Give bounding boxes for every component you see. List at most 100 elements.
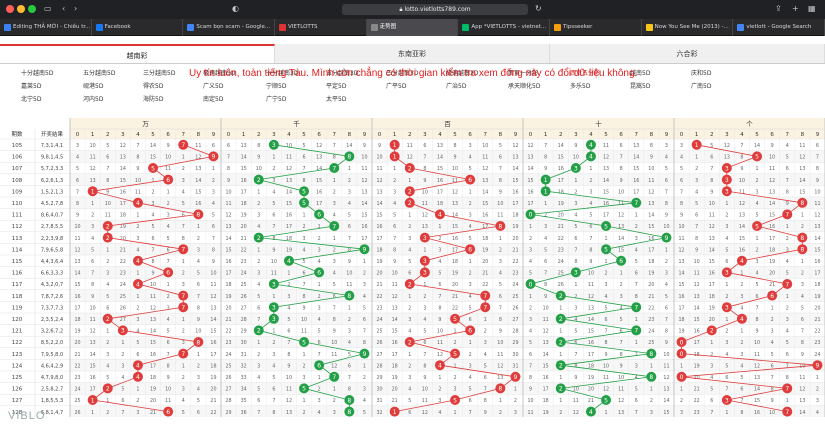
omission-count: 7 — [786, 363, 789, 369]
omission-count: 11 — [422, 201, 428, 207]
forward-icon[interactable]: › — [74, 5, 77, 13]
lottery-link[interactable]: 广宁5D — [266, 94, 286, 103]
omission-count: 13 — [90, 178, 96, 184]
digit-header: 2 — [257, 132, 261, 138]
lottery-link[interactable]: 河内5D — [83, 94, 103, 103]
omission-count: 3 — [333, 259, 336, 265]
tab-vietnam-lottery[interactable]: 越南彩 — [0, 44, 275, 63]
omission-count: 6 — [167, 340, 170, 346]
omission-count: 11 — [422, 398, 428, 404]
digit-header: 7 — [484, 132, 488, 138]
lottery-link[interactable]: 五分越南5D — [83, 68, 115, 77]
browser-tab[interactable]: VIETLOTTS — [275, 19, 367, 36]
omission-count: 2 — [182, 329, 185, 335]
omission-count: 2 — [786, 305, 789, 311]
browser-tab[interactable]: 走势图 — [366, 19, 459, 36]
close-window-button[interactable] — [6, 5, 14, 13]
omission-count: 10 — [573, 155, 579, 161]
tab-mark-six[interactable]: 六合彩 — [550, 44, 825, 63]
omission-count: 1 — [725, 410, 728, 416]
share-icon[interactable]: ⇪ — [775, 5, 782, 13]
lottery-link[interactable]: 广治5D — [446, 81, 466, 90]
omission-count: 6 — [816, 143, 819, 149]
omission-count: 11 — [497, 213, 503, 219]
omission-count: 2 — [756, 247, 759, 253]
omission-count: 4 — [665, 155, 668, 161]
omission-count: 17 — [120, 201, 126, 207]
reload-icon[interactable]: ↻ — [535, 5, 542, 13]
lottery-link[interactable]: 嘉莱5D — [21, 81, 41, 90]
omission-count: 13 — [543, 340, 549, 346]
lottery-link[interactable]: 得农5D — [143, 81, 163, 90]
back-icon[interactable]: ‹ — [62, 5, 65, 13]
omission-count: 1 — [363, 259, 366, 265]
drawn-number-label: 3 — [725, 397, 729, 404]
browser-tab[interactable]: Scam bọn scam - Google... — [183, 19, 275, 36]
lottery-link[interactable]: 广南5D — [691, 81, 711, 90]
tab-southeast-asia-lottery[interactable]: 东南亚彩 — [275, 44, 550, 63]
omission-count: 11 — [603, 143, 609, 149]
omission-count: 9 — [499, 189, 502, 195]
omission-count: 19 — [694, 363, 700, 369]
lottery-link[interactable]: 北宁5D — [21, 94, 41, 103]
new-tab-icon[interactable]: + — [792, 5, 799, 13]
browser-tab[interactable]: vietlott - Google Search — [733, 19, 825, 36]
omission-count: 8 — [423, 363, 426, 369]
lottery-link[interactable]: 平定5D — [326, 81, 346, 90]
omission-count: 20 — [709, 317, 715, 323]
browser-tab[interactable]: Facebook — [92, 19, 184, 36]
minimize-window-button[interactable] — [17, 5, 25, 13]
omission-count: 3 — [136, 317, 139, 323]
lottery-link[interactable]: 庆和5D — [691, 68, 711, 77]
omission-count: 11 — [105, 213, 111, 219]
tab-overview-icon[interactable]: ▦ — [808, 5, 816, 13]
omission-count: 9 — [574, 143, 577, 149]
omission-count: 1 — [136, 387, 139, 393]
omission-count: 9 — [484, 410, 487, 416]
lottery-link[interactable]: 十分越南5D — [21, 68, 53, 77]
drawn-number-label: 6 — [317, 212, 321, 219]
omission-count: 21 — [120, 247, 126, 253]
omission-count: 4 — [363, 398, 366, 404]
omission-count: 6 — [725, 259, 728, 265]
lottery-link[interactable]: 太平5D — [326, 94, 346, 103]
lottery-link[interactable]: 多乐5D — [570, 81, 590, 90]
omission-count: 5 — [756, 213, 759, 219]
omission-count: 2 — [544, 213, 547, 219]
lottery-link[interactable]: 昆嵩5D — [630, 81, 650, 90]
omission-count: 10 — [195, 329, 201, 335]
omission-count: 14 — [543, 352, 549, 358]
sidebar-icon[interactable]: ▭ — [44, 5, 52, 13]
omission-count: 4 — [287, 305, 290, 311]
drawn-number-label: 9 — [514, 374, 518, 381]
lottery-link[interactable]: 广平5D — [386, 81, 406, 90]
shield-icon[interactable]: ◐ — [232, 5, 239, 13]
omission-count: 6 — [740, 387, 743, 393]
omission-count: 10 — [271, 259, 277, 265]
zoom-window-button[interactable] — [28, 5, 36, 13]
omission-count: 15 — [195, 189, 201, 195]
lottery-link[interactable]: 岘港5D — [83, 81, 103, 90]
browser-tab[interactable]: Editing THẢ MỚI - Chiều tr... — [0, 19, 92, 36]
omission-count: 1 — [152, 178, 155, 184]
omission-count: 22 — [482, 282, 488, 288]
lottery-link[interactable]: 承天顺化5D — [508, 81, 540, 90]
omission-count: 1 — [786, 224, 789, 230]
omission-count: 5 — [408, 398, 411, 404]
browser-tab[interactable]: Tipsseeker — [550, 19, 642, 36]
omission-count: 31 — [376, 398, 382, 404]
lottery-link[interactable]: 广义5D — [203, 81, 223, 90]
address-bar[interactable]: 🔒︎ lotto.vietlotts789.com — [342, 4, 528, 15]
omission-count: 1 — [665, 247, 668, 253]
lottery-link[interactable]: 南定5D — [203, 94, 223, 103]
lottery-link[interactable]: 宁顺5D — [266, 81, 286, 90]
omission-count: 1 — [574, 282, 577, 288]
browser-tab[interactable]: Now You See Me (2013) -... — [642, 19, 734, 36]
omission-count: 12 — [543, 329, 549, 335]
omission-count: 16 — [709, 271, 715, 277]
omission-count: 11 — [814, 201, 820, 207]
lottery-link[interactable]: 海防5D — [143, 94, 163, 103]
browser-tab[interactable]: App *VIETLOTTS - vietnet... — [458, 19, 550, 36]
drawn-number-label: 2 — [559, 293, 563, 300]
lottery-link[interactable]: 三分越南5D — [143, 68, 175, 77]
